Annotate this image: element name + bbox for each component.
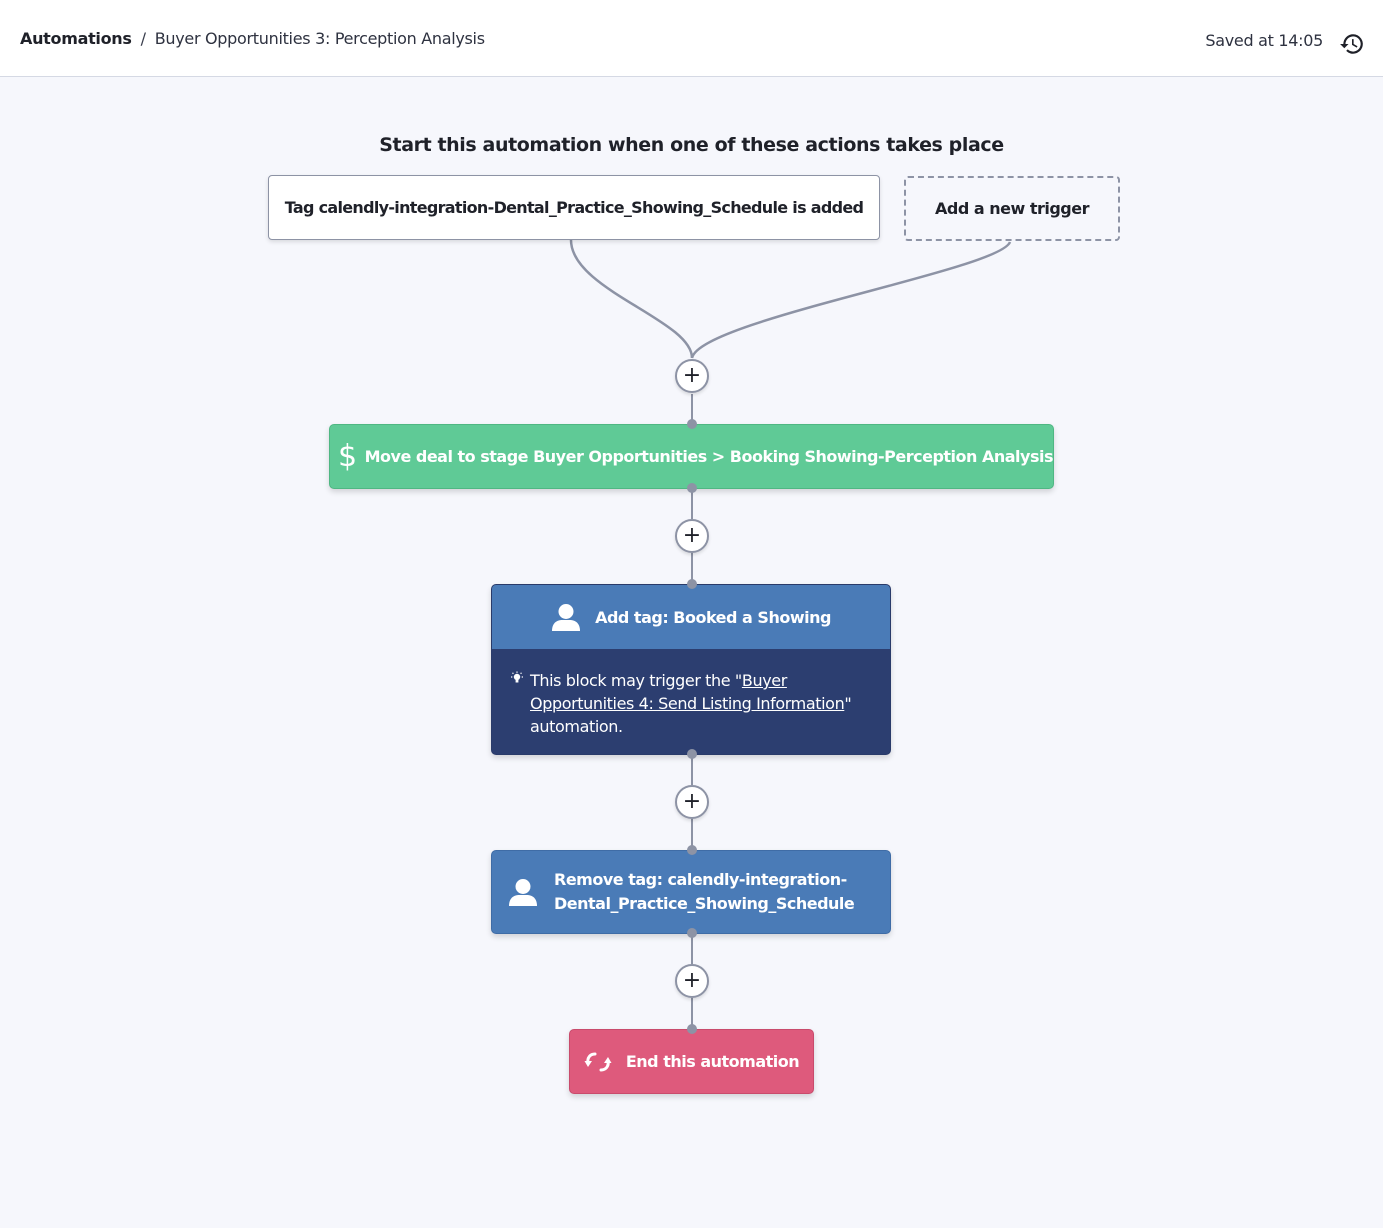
dollar-icon: $ (338, 439, 357, 474)
step-label: Remove tag: calendly-integration-Dental_… (554, 870, 855, 913)
step-header: Add tag: Booked a Showing (492, 585, 890, 649)
connector-dot (687, 579, 697, 589)
breadcrumb-current-automation: Buyer Opportunities 3: Perception Analys… (154, 29, 485, 48)
step-end-automation[interactable]: End this automation (569, 1029, 814, 1094)
step-label: Move deal to stage Buyer Opportunities >… (364, 447, 1054, 466)
connector-dot (687, 749, 697, 759)
connector-dot (687, 928, 697, 938)
contact-icon (492, 878, 554, 906)
step-move-deal-stage[interactable]: $ Move deal to stage Buyer Opportunities… (329, 424, 1054, 489)
connector-dot (687, 483, 697, 493)
lightbulb-icon (510, 671, 524, 685)
connector-add-trigger (690, 241, 1012, 359)
connector-dot (687, 1024, 697, 1034)
connector-dot (687, 419, 697, 429)
step-add-tag[interactable]: Add tag: Booked a Showing This block may… (491, 584, 891, 755)
add-step-button[interactable]: + (675, 785, 709, 819)
breadcrumb-automations-link[interactable]: Automations (20, 29, 132, 48)
breadcrumb: Automations / Buyer Opportunities 3: Per… (20, 29, 485, 48)
top-bar: Automations / Buyer Opportunities 3: Per… (0, 0, 1383, 77)
trigger-warning-note: This block may trigger the "Buyer Opport… (492, 649, 890, 738)
end-loop-icon (584, 1051, 612, 1073)
trigger-block[interactable]: Tag calendly-integration-Dental_Practice… (268, 175, 880, 240)
add-step-button[interactable]: + (675, 964, 709, 998)
history-button[interactable] (1339, 31, 1365, 57)
step-remove-tag[interactable]: Remove tag: calendly-integration-Dental_… (491, 850, 891, 934)
connector-trigger-1 (569, 239, 694, 359)
history-icon (1340, 34, 1363, 54)
start-trigger-heading: Start this automation when one of these … (379, 134, 1004, 156)
note-text-prefix: This block may trigger the " (530, 671, 742, 690)
step-label: Add tag: Booked a Showing (595, 607, 831, 627)
add-step-button[interactable]: + (675, 359, 709, 393)
breadcrumb-separator: / (140, 29, 146, 48)
contact-icon (551, 603, 581, 631)
saved-status: Saved at 14:05 (1205, 31, 1323, 50)
add-step-button[interactable]: + (675, 519, 709, 553)
connector-dot (687, 845, 697, 855)
step-label: End this automation (625, 1052, 800, 1071)
add-new-trigger-button[interactable]: Add a new trigger (904, 176, 1120, 241)
